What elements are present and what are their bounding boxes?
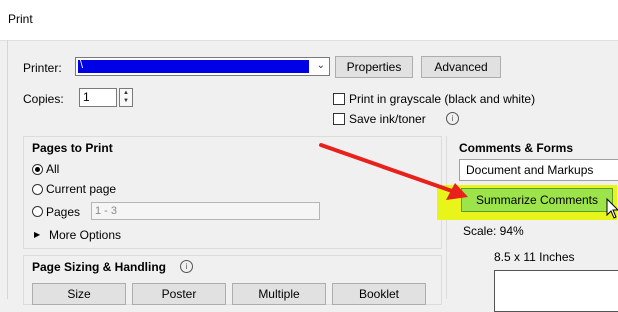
annotation-arrow-icon: [319, 143, 468, 200]
